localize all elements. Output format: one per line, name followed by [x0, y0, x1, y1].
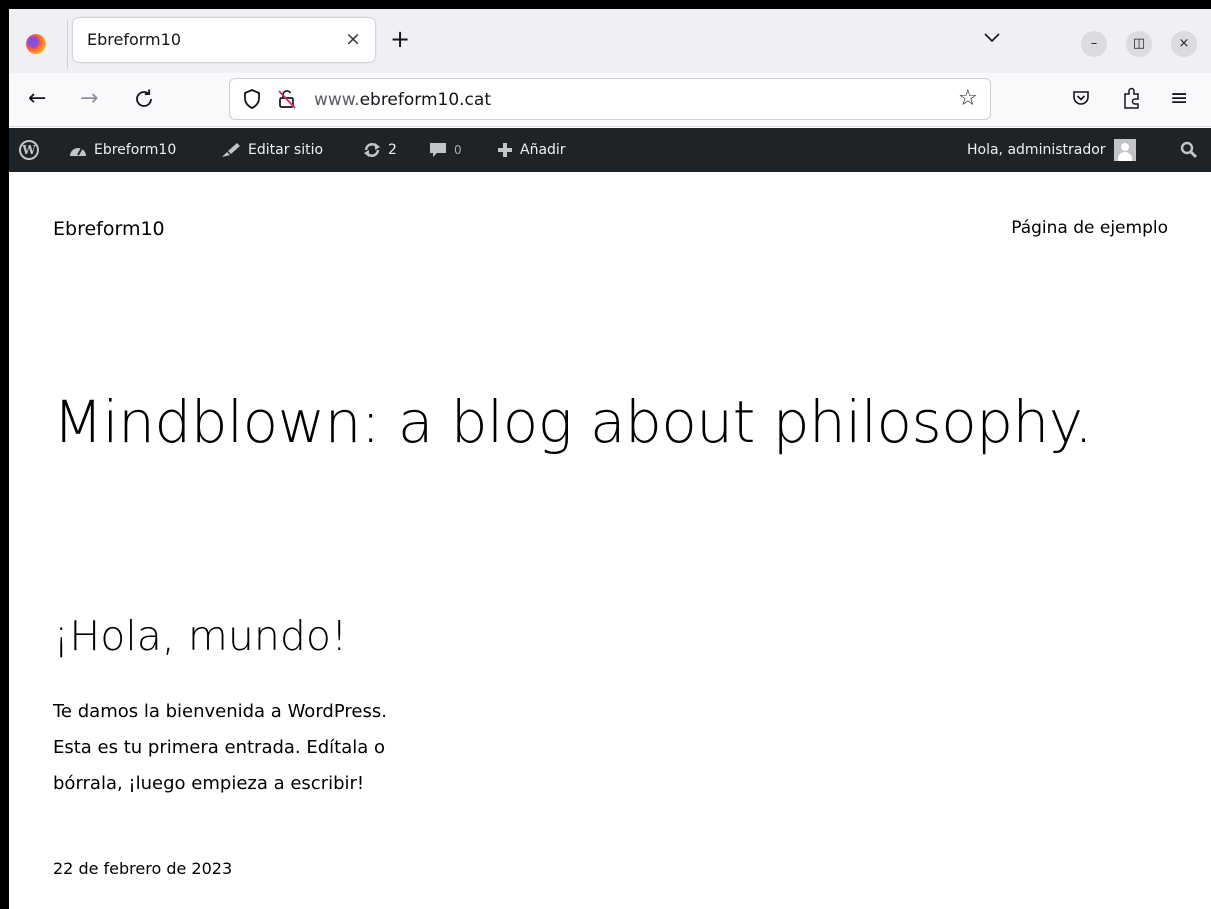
updates-count: 2	[388, 142, 397, 158]
window-frame-top	[0, 0, 1211, 9]
browser-tab-strip: Ebreform10 × + – ◫ ×	[9, 9, 1211, 73]
admin-bar-edit-site[interactable]: Editar sitio	[220, 128, 323, 172]
admin-bar-search[interactable]	[1180, 128, 1204, 172]
shield-icon[interactable]	[242, 88, 262, 110]
browser-navigation-bar: ← → www.ebreform10.cat ☆ ≡	[9, 73, 1211, 127]
reload-icon[interactable]	[132, 87, 156, 111]
window-frame-left	[0, 0, 9, 909]
admin-bar-new-content[interactable]: Añadir	[496, 128, 566, 172]
close-window-button[interactable]: ×	[1171, 31, 1197, 57]
bookmark-star-icon[interactable]: ☆	[958, 86, 978, 112]
app-menu-button[interactable]: ≡	[1170, 86, 1188, 112]
post-excerpt: Te damos la bienvenida a WordPress. Esta…	[53, 701, 387, 794]
browser-tab-active[interactable]: Ebreform10 ×	[73, 18, 375, 62]
nav-link-sample-page[interactable]: Página de ejemplo	[1011, 218, 1168, 238]
greeting-label: Hola, administrador	[967, 142, 1106, 158]
url-text: www.ebreform10.cat	[314, 90, 491, 110]
wp-logo-menu[interactable]: W	[19, 128, 45, 172]
brush-icon	[222, 143, 240, 157]
search-icon	[1180, 141, 1198, 159]
edit-site-label: Editar sitio	[248, 142, 324, 158]
url-domain: ebreform10.cat	[359, 90, 491, 110]
back-button[interactable]: ←	[28, 86, 46, 112]
restore-button[interactable]: ◫	[1126, 31, 1152, 57]
firefox-logo-icon	[26, 34, 46, 54]
admin-bar-updates[interactable]: 2	[362, 128, 397, 172]
insecure-lock-icon[interactable]	[276, 88, 298, 110]
post-date: 22 de febrero de 2023	[53, 859, 233, 878]
tab-title: Ebreform10	[87, 30, 181, 49]
comment-bubble-icon	[430, 143, 446, 157]
address-bar[interactable]: www.ebreform10.cat ☆	[229, 78, 991, 120]
admin-bar-site-name[interactable]: Ebreform10	[68, 128, 176, 172]
admin-bar-my-account[interactable]: Hola, administrador	[967, 128, 1136, 172]
add-new-label: Añadir	[520, 142, 566, 158]
site-header: Ebreform10 Página de ejemplo	[53, 218, 1168, 248]
tab-close-icon[interactable]: ×	[345, 27, 361, 51]
site-title-link[interactable]: Ebreform10	[53, 218, 165, 240]
new-tab-button[interactable]: +	[390, 27, 410, 51]
admin-bar-comments[interactable]: 0	[428, 128, 462, 172]
dashboard-gauge-icon	[70, 147, 86, 156]
site-name-label: Ebreform10	[94, 142, 177, 158]
plus-icon	[498, 143, 512, 157]
site-tagline-heading: Mindblown: a blog about philosophy.	[53, 388, 1093, 456]
tab-list-chevron-icon[interactable]	[983, 31, 1001, 45]
wp-admin-bar: W Ebreform10 Editar sitio 2 0 Añadir Hol…	[9, 128, 1211, 172]
pocket-icon[interactable]	[1071, 88, 1091, 108]
updates-icon	[364, 143, 380, 157]
tab-separator	[67, 19, 68, 69]
minimize-button[interactable]: –	[1081, 31, 1107, 57]
extensions-icon[interactable]	[1121, 86, 1143, 110]
comments-count: 0	[454, 143, 462, 157]
url-prefix: www.	[314, 90, 360, 110]
wordpress-logo-icon: W	[19, 140, 39, 160]
post-title-link[interactable]: ¡Hola, mundo!	[53, 612, 347, 660]
avatar	[1113, 139, 1136, 161]
forward-button[interactable]: →	[80, 86, 98, 112]
